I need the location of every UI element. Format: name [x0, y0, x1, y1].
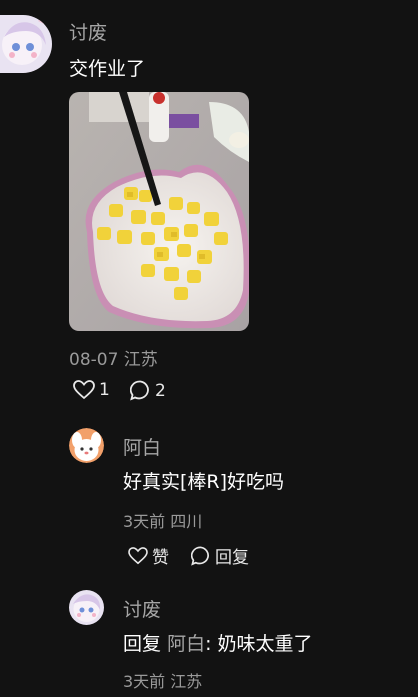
reply-text: 好真实[棒R]好吃吗 [123, 471, 285, 493]
like-count: 1 [99, 380, 110, 400]
avatar-reply-1[interactable] [69, 428, 104, 463]
reply-count: 2 [155, 380, 166, 401]
reply-separator: : [205, 633, 218, 655]
comment-text: 交作业了 [69, 58, 146, 80]
reply-button[interactable]: 2 [130, 380, 166, 401]
comment-photo[interactable] [69, 92, 249, 331]
heart-icon [128, 546, 148, 564]
avatar-main[interactable] [0, 15, 52, 73]
reply-content: 奶味太重了 [217, 633, 313, 655]
heart-icon [73, 380, 95, 400]
reply-meta: 3天前 江苏 [123, 672, 203, 691]
comment-bubble-icon [191, 546, 209, 566]
reply-username[interactable]: 讨废 [123, 595, 161, 622]
reply-username[interactable]: 阿白 [123, 433, 161, 460]
reply-like-button[interactable]: 赞 [128, 543, 169, 568]
reply-prefix: 回复 [123, 633, 162, 655]
reply-meta: 3天前 四川 [123, 512, 203, 531]
comment-meta: 08-07 江苏 [69, 350, 158, 370]
like-button[interactable]: 1 [73, 380, 110, 400]
comment-bubble-icon [130, 380, 149, 401]
reply-target-user[interactable]: 阿白 [167, 633, 205, 655]
comment-username[interactable]: 讨废 [69, 18, 107, 45]
avatar-reply-2[interactable] [69, 590, 104, 625]
reply-label: 回复 [215, 548, 249, 568]
reply-text-line: 回复 阿白: 奶味太重了 [123, 629, 313, 656]
like-label: 赞 [152, 548, 169, 568]
reply-reply-button[interactable]: 回复 [191, 543, 249, 568]
